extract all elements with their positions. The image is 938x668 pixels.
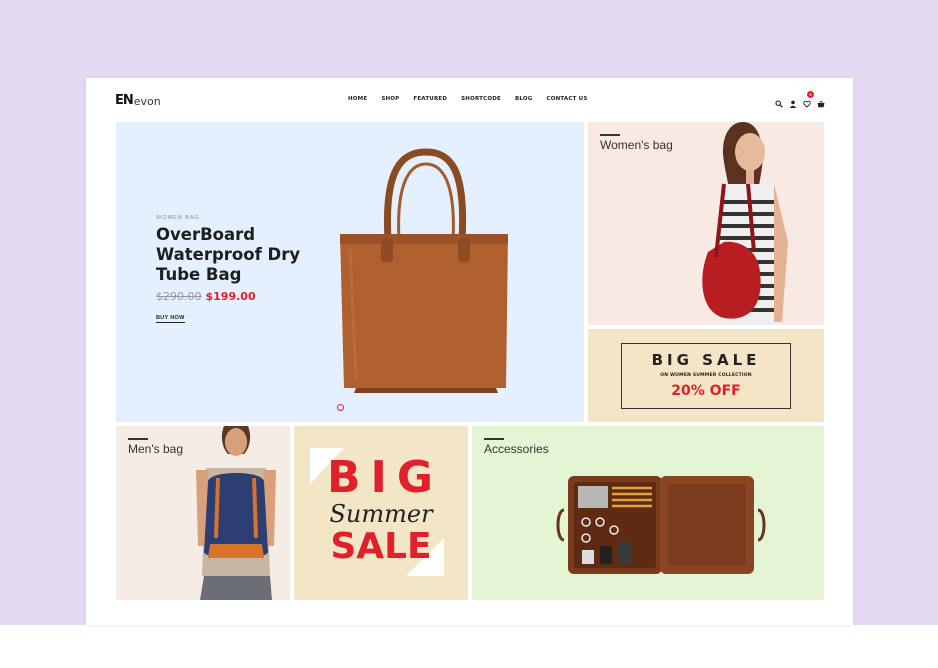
hero-price: $290.00 $199.00: [156, 290, 256, 303]
mens-bag-tile[interactable]: Men's bag: [116, 426, 290, 600]
tile-accent-bar: [128, 438, 148, 440]
buy-now-link[interactable]: BUY NOW: [156, 315, 185, 323]
leather-organizer-image: [556, 476, 766, 574]
big-sale-title: BIG SALE: [651, 351, 761, 369]
summer-sale-sale: SALE: [330, 526, 432, 567]
womens-bag-tile[interactable]: Women's bag: [588, 122, 824, 325]
old-price: $290.00: [156, 290, 202, 303]
logo-mark: EN: [115, 93, 134, 108]
hero-banner[interactable]: WOMEN BAG OverBoard Waterproof Dry Tube …: [116, 122, 584, 422]
wishlist-badge: 0: [807, 91, 814, 98]
tile-accent-bar: [484, 438, 504, 440]
nav-contact-us[interactable]: CONTACT US: [546, 96, 587, 102]
logo[interactable]: EN evon: [115, 93, 161, 108]
nav-home[interactable]: HOME: [348, 96, 367, 102]
big-sale-tile[interactable]: BIG SALE ON WOMEN SUMMER COLLECTION 20% …: [588, 329, 824, 422]
logo-text: evon: [133, 95, 161, 108]
mens-bag-label: Men's bag: [128, 442, 183, 456]
accessories-label: Accessories: [484, 442, 549, 456]
nav-shortcode[interactable]: SHORTCODE: [461, 96, 501, 102]
man-with-backpack-image: [196, 426, 276, 600]
big-sale-box: BIG SALE ON WOMEN SUMMER COLLECTION 20% …: [621, 343, 791, 409]
nav-blog[interactable]: BLOG: [515, 96, 533, 102]
summer-sale-tile[interactable]: BIG Summer SALE: [294, 426, 468, 600]
cart-icon[interactable]: [817, 95, 825, 108]
search-icon[interactable]: [775, 95, 783, 108]
big-sale-discount: 20% OFF: [671, 383, 741, 399]
hero-category: WOMEN BAG: [156, 215, 200, 221]
nav-shop[interactable]: SHOP: [381, 96, 399, 102]
hero-title: OverBoard Waterproof Dry Tube Bag: [156, 225, 301, 284]
summer-sale-big: BIG: [326, 452, 444, 503]
slider-dot[interactable]: [337, 404, 344, 411]
accessories-tile[interactable]: Accessories: [472, 426, 824, 600]
header-icons: 0: [775, 91, 825, 108]
tote-bag-image: [340, 148, 508, 393]
website-frame: EN evon HOME SHOP FEATURED SHORTCODE BLO…: [86, 78, 853, 625]
tile-accent-bar: [600, 134, 620, 136]
nav-featured[interactable]: FEATURED: [413, 96, 447, 102]
big-sale-subtitle: ON WOMEN SUMMER COLLECTION: [660, 373, 752, 378]
womens-bag-label: Women's bag: [600, 138, 673, 152]
main-nav: HOME SHOP FEATURED SHORTCODE BLOG CONTAC…: [348, 96, 587, 102]
user-icon[interactable]: [789, 95, 797, 108]
heart-icon[interactable]: 0: [803, 91, 814, 108]
summer-sale-summer: Summer: [329, 500, 433, 528]
new-price: $199.00: [205, 290, 256, 303]
woman-with-red-bag-image: [702, 122, 788, 325]
